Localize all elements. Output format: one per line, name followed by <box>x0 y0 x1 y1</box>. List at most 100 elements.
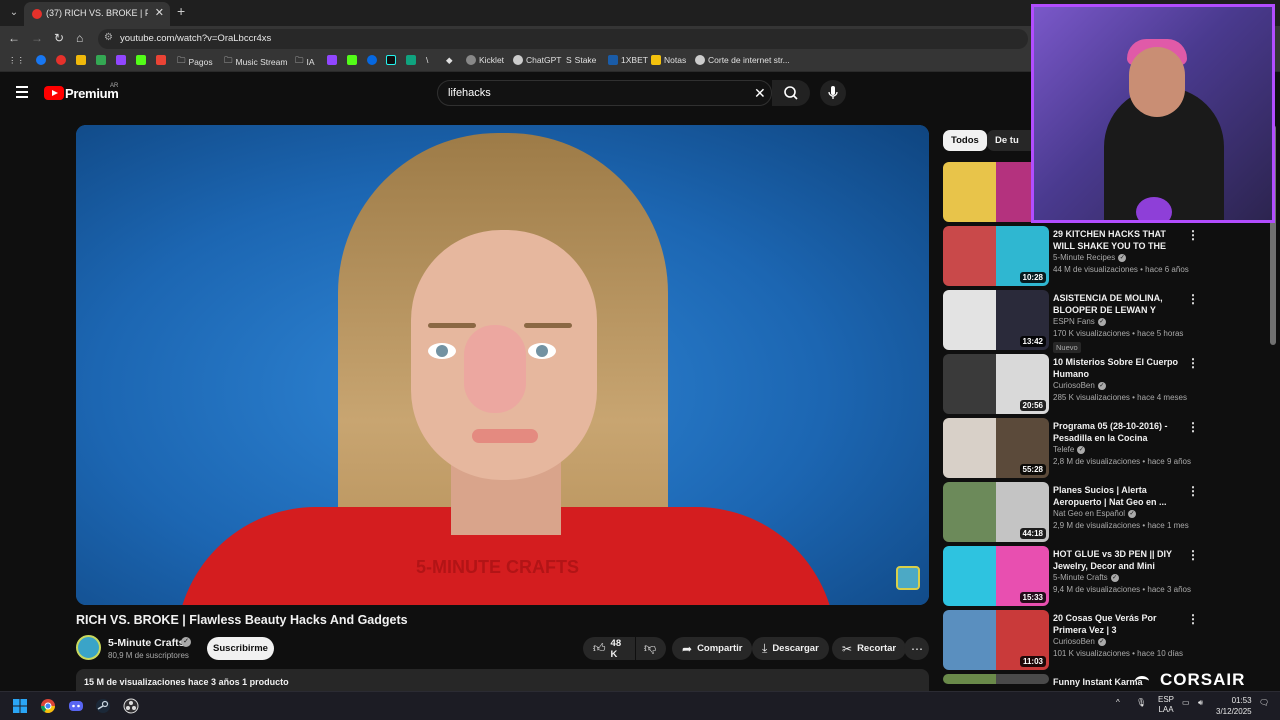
more-vert-icon[interactable]: ⋮ <box>1187 420 1199 434</box>
bookmark-gmail-icon[interactable] <box>156 55 166 65</box>
bookmark-facebook-icon[interactable] <box>36 55 46 65</box>
apps-icon[interactable]: ⋮⋮ <box>8 55 25 66</box>
more-vert-icon[interactable]: ⋮ <box>1187 292 1199 306</box>
recommendation-thumbnail[interactable]: 55:28 <box>943 418 1049 478</box>
more-vert-icon[interactable]: ⋮ <box>1187 356 1199 370</box>
bookmark-youtube-icon[interactable] <box>56 55 66 65</box>
recommendation-title[interactable]: HOT GLUE vs 3D PEN || DIY Jewelry, Decor… <box>1053 548 1183 572</box>
recommendation-title[interactable]: 10 Misterios Sobre El Cuerpo Humano <box>1053 356 1183 380</box>
back-icon[interactable]: ← <box>8 31 20 45</box>
recommendation-title[interactable]: ASISTENCIA DE MOLINA, BLOOPER DE LEWAN Y… <box>1053 292 1183 316</box>
bookmark-kick2-icon[interactable] <box>347 55 357 65</box>
discord-icon[interactable] <box>68 698 84 714</box>
more-actions-button[interactable]: ⋯ <box>904 637 929 660</box>
bookmark-link-icon[interactable]: \ <box>426 55 428 65</box>
recommendation-item[interactable]: 55:28 Programa 05 (28-10-2016) - Pesadill… <box>943 418 1203 478</box>
channel-avatar[interactable] <box>76 635 101 660</box>
bookmark-twitch2-icon[interactable] <box>327 55 337 65</box>
windows-start-icon[interactable] <box>12 698 28 714</box>
address-bar[interactable]: ⚙ youtube.com/watch?v=OraLbccr4xs <box>98 29 1028 49</box>
bookmark-corte-internet[interactable]: Corte de internet str... <box>695 55 790 65</box>
chip-todos[interactable]: Todos <box>943 130 987 151</box>
share-button[interactable]: ➦ Compartir <box>672 637 753 660</box>
new-tab-icon[interactable]: + <box>177 3 185 19</box>
bookmark-1xbet[interactable]: 1XBET <box>608 55 648 65</box>
recommendation-item[interactable]: 44:18 Planes Sucios | Alerta Aeropuerto |… <box>943 482 1203 542</box>
bookmark-kick-icon[interactable] <box>136 55 146 65</box>
microphone-tray-icon[interactable]: 🎙︎ <box>1136 698 1146 707</box>
chrome-icon[interactable] <box>40 698 56 714</box>
recommendation-item[interactable]: 10:28 29 KITCHEN HACKS THAT WILL SHAKE YO… <box>943 226 1203 286</box>
browser-tab[interactable]: (37) RICH VS. BROKE | Flawless ✕ <box>24 2 170 26</box>
recommendation-title[interactable]: 20 Cosas Que Verás Por Primera Vez | 3 <box>1053 612 1183 636</box>
system-clock[interactable]: 01:53 3/12/2025 <box>1216 695 1252 717</box>
download-button[interactable]: ⤓ Descargar <box>752 637 829 660</box>
recommendation-thumbnail[interactable] <box>943 674 1049 684</box>
like-button[interactable]: 👍︎ 48 K <box>583 637 635 660</box>
recommendation-item[interactable]: 11:03 20 Cosas Que Verás Por Primera Vez … <box>943 610 1203 670</box>
voice-search-button[interactable] <box>820 80 846 106</box>
more-vert-icon[interactable]: ⋮ <box>1187 484 1199 498</box>
channel-watermark-icon[interactable] <box>896 566 920 590</box>
menu-icon[interactable] <box>16 86 28 98</box>
more-vert-icon[interactable]: ⋮ <box>1187 228 1199 242</box>
recommendation-channel[interactable]: 5-Minute Recipes ✓ <box>1053 253 1127 262</box>
search-input[interactable]: lifehacks ✕ <box>437 80 772 106</box>
recommendation-thumbnail[interactable]: 15:33 <box>943 546 1049 606</box>
home-icon[interactable]: ⌂ <box>76 31 83 45</box>
recommendation-thumbnail[interactable]: 11:03 <box>943 610 1049 670</box>
search-button[interactable] <box>772 80 810 106</box>
site-info-icon[interactable]: ⚙ <box>104 32 113 43</box>
clip-button[interactable]: ✂ Recortar <box>832 637 907 660</box>
recommendation-channel[interactable]: CuriosoBen ✓ <box>1053 381 1106 390</box>
bookmark-tiktok-icon[interactable] <box>386 55 396 65</box>
recommendation-thumbnail[interactable]: 13:42 <box>943 290 1049 350</box>
network-icon[interactable]: ▭ <box>1182 698 1190 707</box>
forward-icon[interactable]: → <box>31 31 43 45</box>
bookmark-stake[interactable]: S Stake <box>566 55 596 65</box>
language-indicator[interactable]: ESP LAA <box>1158 695 1174 715</box>
obs-icon[interactable] <box>123 698 139 714</box>
recommendation-channel[interactable]: ESPN Fans ✓ <box>1053 317 1106 326</box>
bookmark-twitch-icon[interactable] <box>116 55 126 65</box>
recommendation-title[interactable]: Planes Sucios | Alerta Aeropuerto | Nat … <box>1053 484 1183 508</box>
youtube-logo-icon[interactable] <box>44 86 64 100</box>
bookmark-diamond-icon[interactable]: ◆ <box>446 55 453 66</box>
notifications-icon[interactable]: 🗨︎ <box>1259 698 1269 707</box>
recommendation-channel[interactable]: Telefe ✓ <box>1053 445 1086 454</box>
bookmark-binance-icon[interactable] <box>76 55 86 65</box>
bookmark-notas[interactable]: Notas <box>651 55 686 65</box>
recommendation-thumbnail[interactable]: 44:18 <box>943 482 1049 542</box>
recommendation-thumbnail[interactable]: 20:56 <box>943 354 1049 414</box>
recommendation-title[interactable]: 29 KITCHEN HACKS THAT WILL SHAKE YOU TO … <box>1053 228 1183 252</box>
recommendation-channel[interactable]: 5-Minute Crafts ✓ <box>1053 573 1119 582</box>
tab-search-icon[interactable]: ⌄ <box>6 5 22 21</box>
recommendation-channel[interactable]: CuriosoBen ✓ <box>1053 637 1106 646</box>
recommendation-item[interactable]: 15:33 HOT GLUE vs 3D PEN || DIY Jewelry, … <box>943 546 1203 606</box>
bookmark-drive-icon[interactable] <box>96 55 106 65</box>
reload-icon[interactable]: ↻ <box>54 31 64 45</box>
recommendation-item[interactable]: 20:56 10 Misterios Sobre El Cuerpo Humano… <box>943 354 1203 414</box>
subscribe-button[interactable]: Suscribirme <box>207 637 274 660</box>
recommendation-thumbnail[interactable]: 10:28 <box>943 226 1049 286</box>
bookmark-meta-icon[interactable] <box>367 55 377 65</box>
recommendation-item[interactable]: 13:42 ASISTENCIA DE MOLINA, BLOOPER DE LE… <box>943 290 1203 353</box>
chip-related[interactable]: De tu bús <box>987 130 1031 151</box>
clear-search-icon[interactable]: ✕ <box>754 85 766 102</box>
recommendation-channel[interactable]: Nat Geo en Español ✓ <box>1053 509 1137 518</box>
steam-icon[interactable] <box>95 698 111 714</box>
tray-expand-icon[interactable]: ^ <box>1116 698 1120 707</box>
bookmark-folder-pagos[interactable]: 🗀 Pagos <box>177 55 213 69</box>
bookmark-folder-ia[interactable]: 🗀 IA <box>295 55 315 69</box>
bookmark-folder-music-stream[interactable]: 🗀 Music Stream <box>224 55 287 69</box>
more-vert-icon[interactable]: ⋮ <box>1187 612 1199 626</box>
more-vert-icon[interactable]: ⋮ <box>1187 548 1199 562</box>
volume-icon[interactable]: 🔊︎ <box>1198 698 1203 708</box>
video-player[interactable]: 5-MINUTE CRAFTS <box>76 125 929 605</box>
recommendation-title[interactable]: Programa 05 (28-10-2016) - Pesadilla en … <box>1053 420 1183 444</box>
channel-name[interactable]: 5-Minute Crafts <box>108 637 184 649</box>
bookmark-chatgpt[interactable]: ChatGPT <box>513 55 561 65</box>
description-box[interactable]: 15 M de visualizaciones hace 3 años 1 pr… <box>76 669 929 691</box>
close-tab-icon[interactable]: ✕ <box>155 6 164 19</box>
bookmark-app-icon[interactable] <box>406 55 416 65</box>
